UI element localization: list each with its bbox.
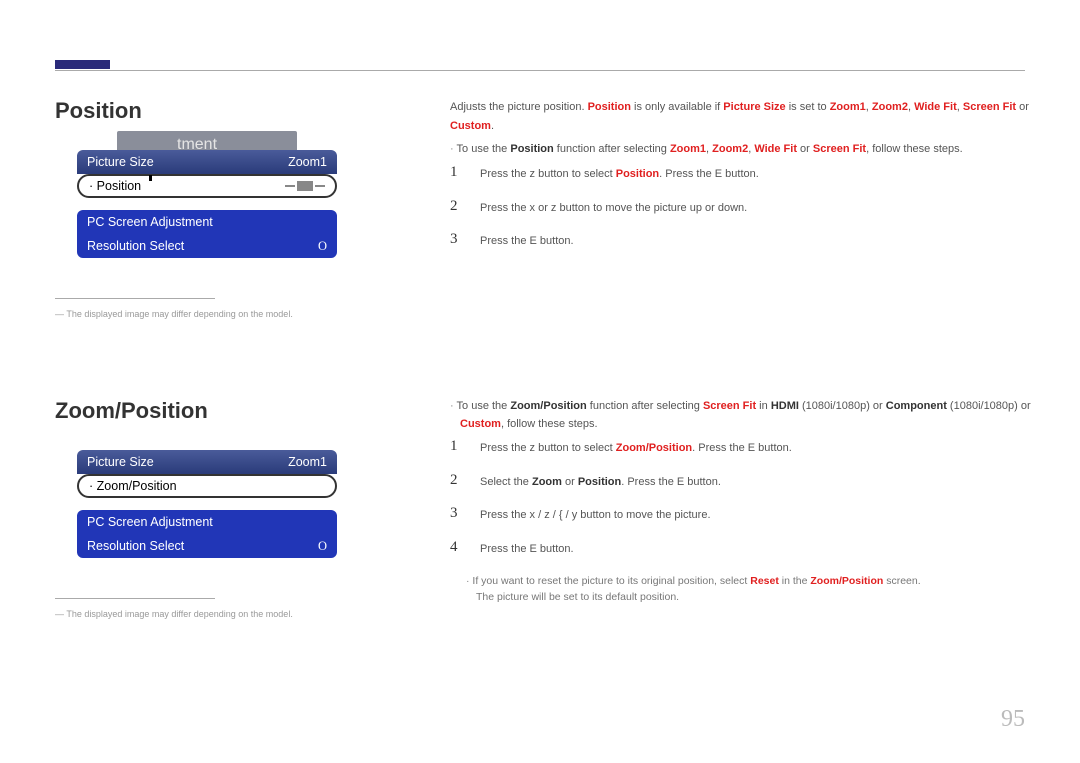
- position-step-3: 3 Press the E button.: [450, 231, 1035, 251]
- zoomposition-sub-bullets: If you want to reset the picture to its …: [476, 573, 1035, 607]
- position-bullet-1: To use the Position function after selec…: [460, 141, 1035, 159]
- zoomposition-menu-part2: PC Screen Adjustment Resolution Select O: [77, 510, 337, 558]
- disclaimer-rule-2: [55, 598, 215, 599]
- menu-zoomposition-row: · Zoom/Position: [77, 474, 337, 498]
- zoomposition-menu-part1: Picture Size Zoom1 · Zoom/Position: [77, 450, 337, 498]
- zoomposition-sub-1: If you want to reset the picture to its …: [476, 573, 1035, 607]
- position-menu-part2: PC Screen Adjustment Resolution Select O: [77, 210, 337, 258]
- pc-screen-label-2: PC Screen Adjustment: [87, 515, 213, 529]
- zoomposition-step-4: 4 Press the E button.: [450, 539, 1035, 559]
- slider-icon: [285, 181, 325, 191]
- zoomposition-label: · Zoom/Position: [89, 479, 177, 493]
- zoomposition-step-1: 1 Press the z button to select Zoom/Posi…: [450, 438, 1035, 458]
- picture-size-value-2: Zoom1: [288, 455, 327, 469]
- position-disclaimer: ― The displayed image may differ dependi…: [55, 309, 385, 319]
- page-number: 95: [1001, 706, 1025, 733]
- zoomposition-heading: Zoom/Position: [55, 398, 385, 424]
- zoomposition-menu: Picture Size Zoom1 · Zoom/Position PC Sc…: [77, 450, 337, 558]
- zoomposition-step-3: 3 Press the x / z / { / y button to move…: [450, 505, 1035, 525]
- resolution-select-value-2: O: [318, 539, 327, 554]
- picture-size-value: Zoom1: [288, 155, 327, 169]
- resolution-select-label: Resolution Select: [87, 239, 184, 253]
- disclaimer-rule: [55, 298, 215, 299]
- menu-position-row: · Position: [77, 174, 337, 198]
- menu-picture-size-2: Picture Size Zoom1: [77, 450, 337, 474]
- position-heading: Position: [55, 98, 385, 124]
- position-label: · Position: [89, 179, 141, 193]
- section-zoomposition-right: To use the Zoom/Position function after …: [450, 398, 1035, 610]
- section-position-right: Adjusts the picture position. Position i…: [450, 98, 1035, 265]
- zoomposition-step-2: 2 Select the Zoom or Position. Press the…: [450, 472, 1035, 492]
- header-rule: [55, 70, 1025, 71]
- header-accent: [55, 60, 110, 69]
- position-steps: 1 Press the z button to select Position.…: [450, 164, 1035, 251]
- picture-size-label-2: Picture Size: [87, 455, 154, 469]
- section-zoomposition-left: Zoom/Position Picture Size Zoom1 · Zoom/…: [55, 398, 385, 619]
- position-step-1: 1 Press the z button to select Position.…: [450, 164, 1035, 184]
- section-position-left: Position tment Picture Size Zoom1 · Posi…: [55, 98, 385, 319]
- position-step-2: 2 Press the x or z button to move the pi…: [450, 198, 1035, 218]
- menu-pc-screen-adjustment-2: PC Screen Adjustment: [77, 510, 337, 534]
- zoomposition-steps: 1 Press the z button to select Zoom/Posi…: [450, 438, 1035, 558]
- position-menu: tment Picture Size Zoom1 · Position PC S…: [77, 150, 337, 258]
- menu-resolution-select: Resolution Select O: [77, 234, 337, 258]
- menu-pc-screen-adjustment: PC Screen Adjustment: [77, 210, 337, 234]
- zoomposition-bullets: To use the Zoom/Position function after …: [460, 398, 1035, 433]
- position-menu-part1: tment Picture Size Zoom1 · Position: [77, 150, 337, 198]
- zoomposition-bullet-1: To use the Zoom/Position function after …: [460, 398, 1035, 433]
- resolution-select-label-2: Resolution Select: [87, 539, 184, 553]
- position-intro: Adjusts the picture position. Position i…: [450, 98, 1035, 135]
- slider-marker: [149, 175, 152, 181]
- resolution-select-value: O: [318, 239, 327, 254]
- zoomposition-disclaimer: ― The displayed image may differ dependi…: [55, 609, 385, 619]
- position-bullets: To use the Position function after selec…: [460, 141, 1035, 159]
- picture-size-label: Picture Size: [87, 155, 154, 169]
- menu-resolution-select-2: Resolution Select O: [77, 534, 337, 558]
- pc-screen-label: PC Screen Adjustment: [87, 215, 213, 229]
- menu-picture-size: Picture Size Zoom1: [77, 150, 337, 174]
